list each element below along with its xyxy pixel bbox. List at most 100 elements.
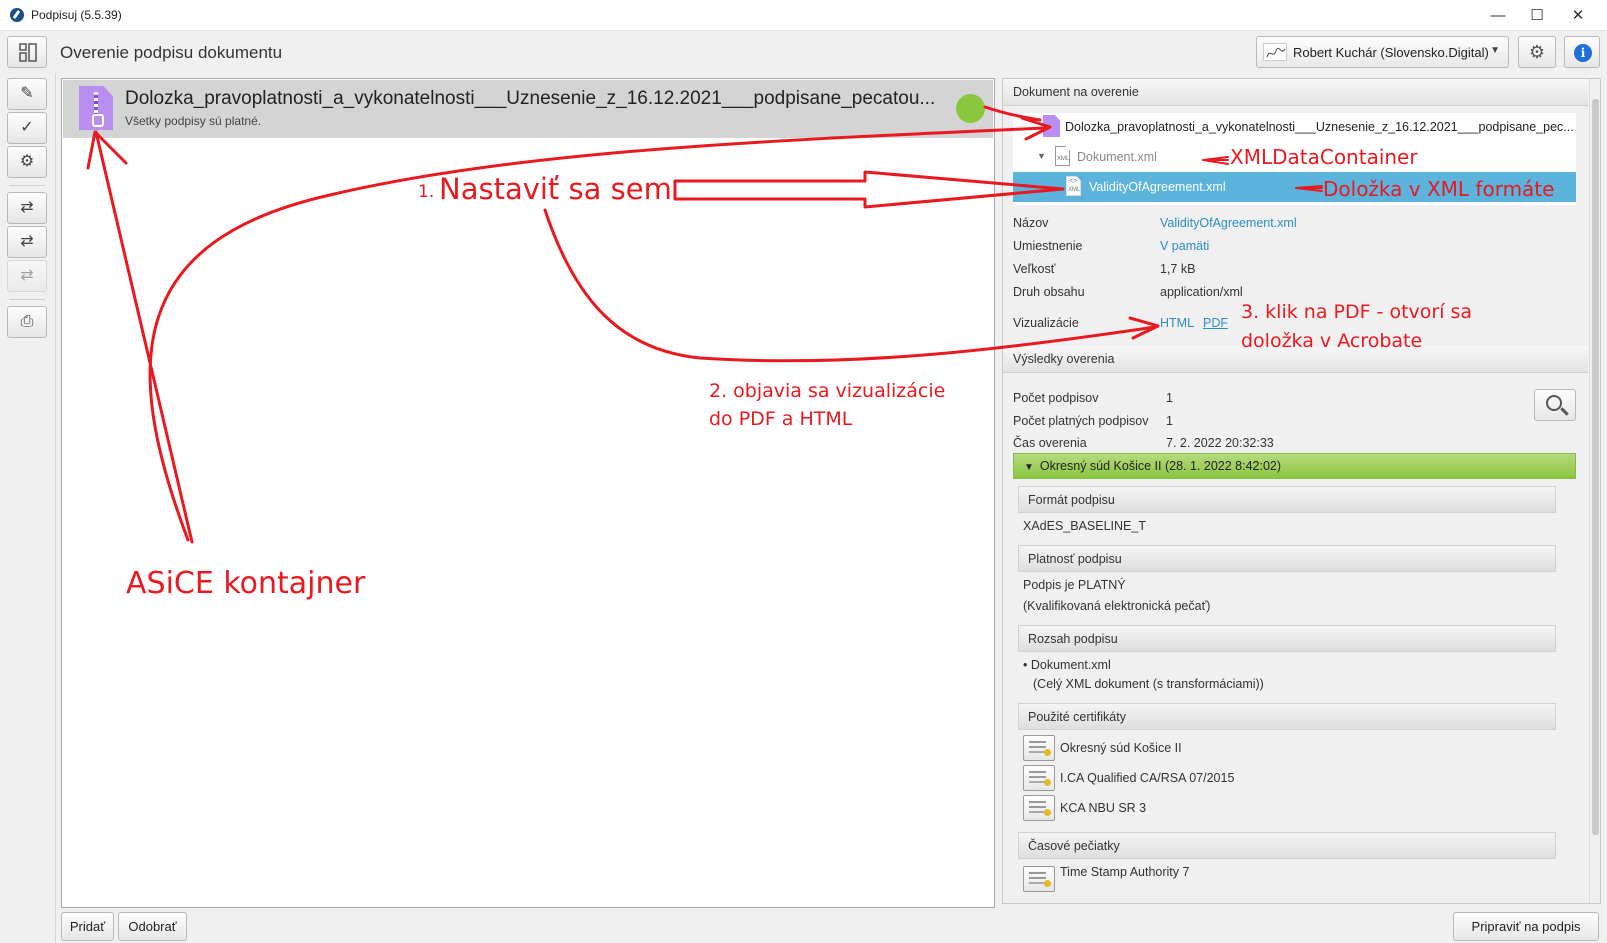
certificate-icon (1023, 795, 1055, 821)
xml-file-icon: <> XML (1066, 176, 1081, 196)
valid-status-icon (956, 94, 985, 123)
certificate-icon (1023, 866, 1055, 892)
chevron-down-icon: ▼ (1024, 462, 1034, 473)
timestamps-header: Časové pečiatky (1018, 832, 1556, 859)
convert-disabled-button[interactable]: ⇄ (7, 260, 47, 292)
annotation-step2-line2: do PDF a HTML (709, 408, 853, 430)
scope-item-note: (Celý XML dokument (s transformáciami)) (1033, 677, 1264, 691)
document-status: Všetky podpisy sú platné. (125, 114, 262, 128)
annotation-xml-clause: Doložka v XML formáte (1323, 177, 1555, 201)
location-label: Umiestnenie (1013, 239, 1083, 253)
print-button[interactable]: ⎙ (7, 306, 47, 338)
header: Overenie podpisu dokumentu Robert Kuchár… (0, 31, 1607, 73)
name-label: Názov (1013, 216, 1049, 230)
certificate-item[interactable]: KCA NBU SR 3 (1060, 801, 1146, 815)
chevron-down-icon: ▼ (1490, 45, 1500, 56)
zip-file-icon (79, 86, 113, 130)
scope-header: Rozsah podpisu (1018, 625, 1556, 652)
convert-pdf-button[interactable]: ⇄ (7, 192, 47, 224)
certificate-icon (1023, 765, 1055, 791)
certificates-header: Použité certifikáty (1018, 703, 1556, 730)
tree-item-label: Dokument.xml (1077, 150, 1157, 164)
verify-button[interactable]: ✓ (7, 112, 47, 144)
toolbar-divider (9, 299, 45, 300)
close-button[interactable]: ✕ (1555, 0, 1601, 31)
xml-file-icon: XML (1055, 146, 1070, 166)
tree-item-root[interactable]: Dolozka_pravoplatnosti_a_vykonatelnosti_… (1013, 113, 1576, 141)
signature-count-label: Počet podpisov (1013, 391, 1099, 405)
annotation-xml-container: XMLDataContainer (1230, 145, 1418, 169)
format-value: XAdES_BASELINE_T (1023, 519, 1146, 533)
pen-icon: ✎ (20, 85, 34, 102)
sign-button[interactable]: ✎ (7, 78, 47, 110)
info-button[interactable]: i (1564, 36, 1600, 68)
window-title: Podpisuj (5.5.39) (31, 8, 122, 22)
settings-tool-button[interactable]: ⚙ (7, 146, 47, 178)
content-type-label: Druh obsahu (1013, 285, 1085, 299)
user-name: Robert Kuchár (Slovensko.Digital) (1293, 45, 1489, 60)
valid-count-label: Počet platných podpisov (1013, 414, 1149, 428)
signer-expander[interactable]: ▼ Okresný súd Košice II (28. 1. 2022 8:42… (1013, 453, 1576, 479)
nav-toggle-button[interactable] (7, 36, 47, 68)
gear-icon: ⚙ (1528, 42, 1546, 62)
scrollbar[interactable] (1589, 79, 1600, 903)
user-select[interactable]: Robert Kuchár (Slovensko.Digital) ▼ (1256, 36, 1509, 68)
remove-button[interactable]: Odobrať (118, 912, 187, 941)
content-type-value: application/xml (1160, 285, 1243, 299)
detail-panel[interactable]: Dokument na overenie Dolozka_pravoplatno… (1002, 78, 1601, 904)
size-label: Veľkosť (1013, 262, 1056, 276)
verification-time-value: 7. 2. 2022 20:32:33 (1166, 436, 1274, 450)
annotation-step2-line1: 2. objavia sa vizualizácie (709, 380, 946, 402)
prepare-sign-button[interactable]: Pripraviť na podpis (1453, 912, 1599, 941)
size-value: 1,7 kB (1160, 262, 1196, 276)
annotation-step1-number: 1. (418, 182, 435, 202)
convert-e-icon: ⇄ (20, 233, 34, 250)
convert-disabled-icon: ⇄ (20, 267, 34, 284)
add-button[interactable]: Pridať (61, 912, 114, 941)
visualization-label: Vizualizácie (1013, 316, 1079, 330)
annotation-step1: Nastaviť sa sem (439, 172, 672, 206)
certificate-item[interactable]: I.CA Qualified CA/RSA 07/2015 (1060, 771, 1234, 785)
html-visualization-link[interactable]: HTML (1160, 316, 1194, 330)
gear-icon: ⚙ (19, 153, 35, 170)
signer-title: Okresný súd Košice II (28. 1. 2022 8:42:… (1039, 459, 1282, 473)
settings-button[interactable]: ⚙ (1518, 36, 1556, 68)
tree-item-label: Dolozka_pravoplatnosti_a_vykonatelnosti_… (1065, 120, 1574, 134)
expand-caret-icon: ▼ (1037, 151, 1046, 161)
document-name: Dolozka_pravoplatnosti_a_vykonatelnosti_… (125, 88, 936, 109)
validity-detail: (Kvalifikovaná elektronická pečať) (1023, 599, 1211, 613)
section-document-header: Dokument na overenie (1003, 79, 1588, 106)
left-toolbar: ✎ ✓ ⚙ ⇄ ⇄ ⇄ ⎙ (0, 73, 56, 943)
certificate-icon (1023, 735, 1055, 761)
tree-item-label: ValidityOfAgreement.xml (1089, 180, 1226, 194)
verify-check-icon: ✓ (20, 119, 34, 136)
verification-time-label: Čas overenia (1013, 436, 1087, 450)
annotation-step3-line1: 3. klik na PDF - otvorí sa (1241, 301, 1473, 323)
scroll-thumb[interactable] (1592, 99, 1599, 835)
search-details-button[interactable] (1534, 389, 1576, 421)
pdf-visualization-link[interactable]: PDF (1203, 316, 1228, 330)
signature-count-value: 1 (1166, 391, 1173, 405)
page-title: Overenie podpisu dokumentu (60, 43, 283, 62)
zip-file-icon (1043, 115, 1060, 137)
timestamp-item[interactable]: Time Stamp Authority 7 (1060, 865, 1189, 879)
toolbar-divider (9, 185, 45, 186)
signature-avatar-icon (1263, 43, 1287, 61)
title-bar: Podpisuj (5.5.39) — ☐ ✕ (0, 0, 1607, 31)
format-header: Formát podpisu (1018, 486, 1556, 513)
valid-count-value: 1 (1166, 414, 1173, 428)
certificate-item[interactable]: Okresný súd Košice II (1060, 741, 1182, 755)
name-value: ValidityOfAgreement.xml (1160, 216, 1297, 230)
scope-item: • Dokument.xml (1023, 658, 1111, 672)
list-item[interactable]: Dolozka_pravoplatnosti_a_vykonatelnosti_… (63, 80, 993, 138)
validity-status: Podpis je PLATNÝ (1023, 578, 1126, 592)
convert-e-button[interactable]: ⇄ (7, 226, 47, 258)
app-logo-icon (10, 8, 24, 22)
panel-layout-icon (19, 43, 37, 62)
maximize-button[interactable]: ☐ (1514, 0, 1560, 31)
validity-header: Platnosť podpisu (1018, 545, 1556, 572)
location-value: V pamäti (1160, 239, 1210, 253)
convert-pdf-icon: ⇄ (20, 199, 34, 216)
print-icon: ⎙ (20, 313, 34, 330)
annotation-asice: ASiCE kontajner (126, 566, 366, 601)
